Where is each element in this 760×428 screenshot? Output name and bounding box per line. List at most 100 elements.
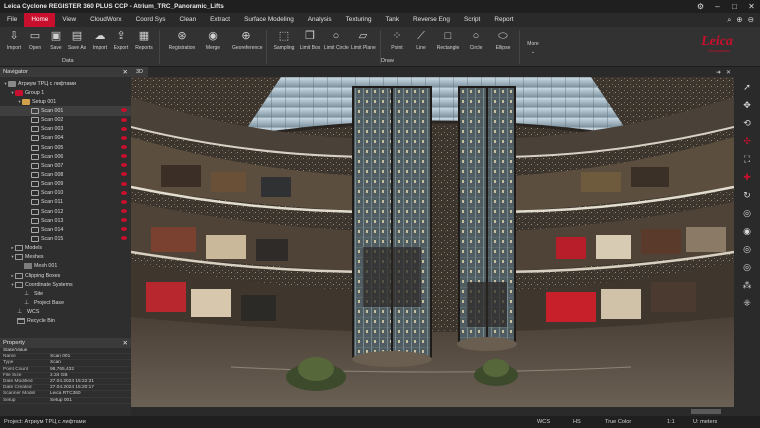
menu-texturing[interactable]: Texturing	[339, 13, 379, 27]
reports-button[interactable]: ▦ Reports	[132, 30, 156, 51]
visibility-eye-icon[interactable]	[121, 163, 127, 168]
tree-coordinate-systems[interactable]: ▾ Coordinate Systems	[0, 280, 131, 289]
tree-project[interactable]: ▾ Атриум ТРЦ с лифтами	[0, 79, 131, 88]
visibility-eye-icon[interactable]	[121, 218, 127, 223]
visibility-eye-icon[interactable]	[121, 108, 127, 113]
georeference-button[interactable]: ⊕ Georeference	[232, 30, 263, 51]
tree-mesh-001[interactable]: Mesh 001	[0, 262, 131, 271]
menu-tank[interactable]: Tank	[379, 13, 407, 27]
save-as-button[interactable]: ▤ Save As	[65, 30, 89, 51]
menu-analysis[interactable]: Analysis	[301, 13, 339, 27]
visibility-eye-icon[interactable]	[121, 172, 127, 177]
menu-reverse-eng[interactable]: Reverse Eng	[406, 13, 457, 27]
visibility-eye-icon[interactable]	[121, 117, 127, 122]
tree-scan-item[interactable]: Scan 002	[0, 116, 131, 125]
menu-extract[interactable]: Extract	[203, 13, 237, 27]
tree-clipping-boxes[interactable]: ▸ Clipping Boxes	[0, 271, 131, 280]
property-value[interactable]: 2.34 GB	[50, 373, 131, 378]
minimize-button[interactable]: –	[709, 0, 726, 13]
expand-icon[interactable]: ➜	[716, 69, 721, 76]
history-icon[interactable]: ↻	[741, 189, 753, 201]
tree-scan-item[interactable]: Scan 005	[0, 143, 131, 152]
rotate-axes-icon[interactable]: ⟲	[741, 117, 753, 129]
visibility-eye-icon[interactable]	[121, 236, 127, 241]
tree-scan-item[interactable]: Scan 012	[0, 207, 131, 216]
menu-view[interactable]: View	[55, 13, 83, 27]
status-units[interactable]: U: meters	[693, 419, 717, 425]
tree-scan-item[interactable]: Scan 007	[0, 161, 131, 170]
close-icon[interactable]: ✕	[123, 68, 128, 76]
tree-scan-item[interactable]: Scan 013	[0, 216, 131, 225]
tree-meshes[interactable]: ▾ Meshes	[0, 253, 131, 262]
visibility-eye-icon[interactable]	[121, 181, 127, 186]
ellipse-button[interactable]: ⬭ Ellipse	[491, 30, 515, 51]
visibility-eye-icon[interactable]	[121, 126, 127, 131]
tree-scan-item[interactable]: Scan 014	[0, 225, 131, 234]
property-value[interactable]: 27.04.2024 15:22:31	[50, 379, 131, 384]
rectangle-button[interactable]: □ Rectangle	[436, 30, 460, 51]
circle-button[interactable]: ○ Circle	[464, 30, 488, 51]
tree-scan-item[interactable]: Scan 006	[0, 152, 131, 161]
line-button[interactable]: ⟋ Line	[409, 30, 433, 51]
menu-script[interactable]: Script	[457, 13, 487, 27]
limit-plane-button[interactable]: ▱ Limit Plane	[351, 30, 376, 51]
point-button[interactable]: ⁘ Point	[385, 30, 409, 51]
property-value[interactable]: Scan 001	[50, 354, 131, 359]
export-button[interactable]: ⇪ Export	[109, 30, 133, 51]
maximize-button[interactable]: □	[726, 0, 743, 13]
visibility-eye-icon[interactable]	[121, 199, 127, 204]
limit-box-button[interactable]: ❒ Limit Box	[298, 30, 322, 51]
visibility-eye-icon[interactable]	[121, 190, 127, 195]
close-button[interactable]: ✕	[743, 0, 760, 13]
visibility-eye-icon[interactable]	[121, 208, 127, 213]
tree-scan-item[interactable]: Scan 010	[0, 189, 131, 198]
tree-models[interactable]: ▸ Models	[0, 244, 131, 253]
move-icon[interactable]: ✥	[741, 99, 753, 111]
layers-icon[interactable]: ⁂	[741, 279, 753, 291]
viewport-horizontal-scrollbar[interactable]	[131, 407, 734, 416]
camera-icon[interactable]: ◎	[741, 207, 753, 219]
status-color-mode[interactable]: True Color	[605, 419, 631, 425]
zoom-out-icon[interactable]: ⊖	[748, 15, 754, 25]
tree-ucs-project-base[interactable]: ⊥ Project Base	[0, 298, 131, 307]
tree-setup[interactable]: ▾ Setup 001	[0, 97, 131, 106]
visibility-eye-icon[interactable]	[121, 144, 127, 149]
pointcloud-viewport[interactable]	[131, 77, 734, 407]
status-hs[interactable]: HS	[573, 419, 581, 425]
visibility-eye-icon[interactable]	[121, 154, 127, 159]
visibility-eye-icon[interactable]	[121, 227, 127, 232]
visibility-eye-icon[interactable]	[121, 135, 127, 140]
tree-scan-item[interactable]: Scan 015	[0, 234, 131, 243]
property-value[interactable]: Scan	[50, 360, 131, 365]
menu-cloudworx[interactable]: CloudWorx	[83, 13, 129, 27]
camera-load-icon[interactable]: ◎	[741, 261, 753, 273]
property-value[interactable]: 98,765,432	[50, 367, 131, 372]
fit-view-icon[interactable]: ⛶	[741, 153, 753, 165]
close-icon[interactable]: ✕	[123, 339, 128, 347]
atrium-pointcloud-view[interactable]	[131, 77, 734, 407]
tree-scan-item[interactable]: Scan 004	[0, 134, 131, 143]
sampling-button[interactable]: ⬚ Sampling	[272, 30, 296, 51]
property-value[interactable]: 27.04.2024 15:20:17	[50, 385, 131, 390]
tree-recycle-bin[interactable]: Recycle Bin	[0, 317, 131, 326]
snapshot-icon[interactable]: ◉	[741, 225, 753, 237]
zoom-in-icon[interactable]: ⊕	[736, 15, 742, 25]
tree-scan-item[interactable]: Scan 003	[0, 125, 131, 134]
search-icon[interactable]: ⌕	[727, 15, 731, 25]
menu-home[interactable]: Home	[24, 13, 56, 27]
camera-save-icon[interactable]: ◎	[741, 243, 753, 255]
more-button[interactable]: More ⌄	[521, 39, 545, 55]
tree-scan-item[interactable]: Scan 009	[0, 180, 131, 189]
menu-report[interactable]: Report	[487, 13, 520, 27]
menu-coord-sys[interactable]: Coord Sys	[129, 13, 173, 27]
tree-scan-item[interactable]: Scan 008	[0, 170, 131, 179]
registration-button[interactable]: ⊛ Registration	[168, 30, 196, 51]
settings-gear-icon[interactable]: ⚙	[692, 0, 709, 13]
close-icon[interactable]: ✕	[726, 69, 731, 76]
menu-clean[interactable]: Clean	[172, 13, 203, 27]
property-value[interactable]: Setup 001	[50, 398, 131, 403]
tree-wcs[interactable]: ⊥ WCS	[0, 308, 131, 317]
scrollbar-thumb[interactable]	[691, 409, 721, 414]
status-wcs[interactable]: WCS	[537, 419, 550, 425]
menu-file[interactable]: File	[0, 13, 24, 27]
